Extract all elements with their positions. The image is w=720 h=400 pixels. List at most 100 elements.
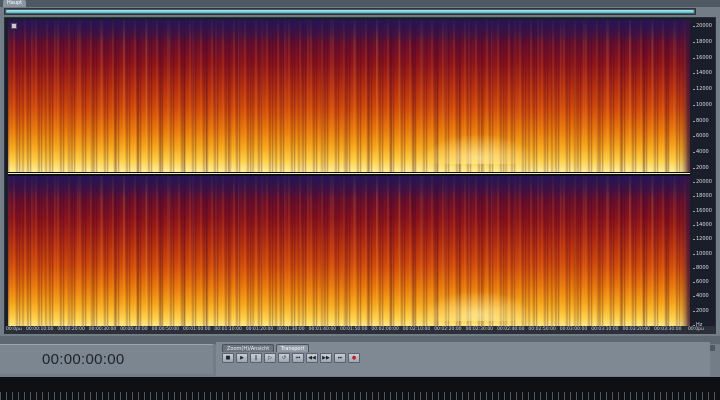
time-label: 00:02:50:00 <box>528 327 556 332</box>
freq-label: 6000 <box>696 279 709 286</box>
freq-tick <box>693 310 695 312</box>
go-start-icon: ⏮ <box>295 355 301 361</box>
time-label: 00:02:00:00 <box>371 327 399 332</box>
freq-label: 10000 <box>696 101 712 108</box>
freq-tick <box>693 282 695 284</box>
time-label: 00:0pu <box>688 327 704 332</box>
forward-button[interactable]: ▶▶ <box>320 353 332 363</box>
time-label: 00:02:40:00 <box>497 327 525 332</box>
tab-transport[interactable]: Transport <box>276 344 310 352</box>
play-from-button[interactable]: ▷ <box>264 353 276 363</box>
tab-zoom-view[interactable]: Zoom(H)/Ansicht <box>222 344 275 352</box>
time-label: 00:01:00:00 <box>183 327 211 332</box>
time-label: 00:0pu <box>6 327 22 332</box>
top-panel-tabbar: Haupt <box>0 0 720 7</box>
play-from-icon: ▷ <box>268 355 272 361</box>
freq-tick <box>693 152 695 154</box>
tab-haupt[interactable]: Haupt <box>3 0 27 7</box>
freq-tick <box>693 224 695 226</box>
freq-tick <box>693 136 695 138</box>
freq-label: 20000 <box>696 179 712 185</box>
pause-icon: ‖ <box>254 355 258 361</box>
transport-controls: ■ ▶ ‖ ▷ ↺ ⏮ ◀◀ ▶▶ ⏭ ● <box>222 353 360 363</box>
forward-icon: ▶▶ <box>322 355 330 361</box>
spectrogram-channel-left[interactable] <box>8 20 690 172</box>
time-label: 00:01:20:00 <box>245 327 274 332</box>
audio-editor-window: Haupt 20000 18000 16000 14000 12000 10000 8000… <box>0 0 720 400</box>
freq-label: 12000 <box>696 236 712 243</box>
rewind-button[interactable]: ◀◀ <box>306 353 318 363</box>
time-label: 00:01:30:00 <box>277 327 305 332</box>
loop-icon: ↺ <box>281 355 287 361</box>
time-label: 00:01:50:00 <box>340 327 368 332</box>
freq-tick <box>693 253 695 255</box>
freq-label: 14000 <box>696 221 712 228</box>
spectrogram-channel-right[interactable] <box>8 176 690 329</box>
overview-scrollbar[interactable] <box>4 8 696 15</box>
time-label: 00:02:30:00 <box>465 327 494 332</box>
freq-tick <box>693 73 695 75</box>
time-label: 00:01:10:00 <box>214 327 242 332</box>
time-label: 00:02:10:00 <box>402 327 431 332</box>
time-ruler[interactable]: 00:0pu 00:00:10:00 00:00:20:00 00:00:30:00 0… <box>4 326 716 334</box>
freq-label: 8000 <box>696 117 709 124</box>
go-end-button[interactable]: ⏭ <box>334 353 346 363</box>
freq-label: 2000 <box>696 307 709 314</box>
current-time-display: 00:00:00:00 <box>42 351 125 368</box>
time-label: 00:03:00:00 <box>559 327 588 332</box>
freq-label: 14000 <box>696 70 712 77</box>
time-label: 00:00:20:00 <box>57 327 85 332</box>
freq-label: 6000 <box>696 133 709 140</box>
go-start-button[interactable]: ⏮ <box>292 353 304 363</box>
time-label: 00:00:50:00 <box>151 327 180 332</box>
frequency-scale-top: 20000 18000 16000 14000 12000 10000 8000 6000 40… <box>693 20 715 172</box>
freq-tick <box>693 168 695 169</box>
time-label: 00:03:10:00 <box>591 327 619 332</box>
stop-button[interactable]: ■ <box>222 353 234 363</box>
time-label: 00:01:40:00 <box>308 327 337 332</box>
time-label: 00:00:30:00 <box>88 327 117 332</box>
time-label: 00:03:30:00 <box>654 327 682 332</box>
play-icon: ▶ <box>240 355 244 361</box>
freq-tick <box>693 41 695 43</box>
freq-label: 16000 <box>696 54 712 61</box>
overview-scroll-thumb[interactable] <box>6 10 694 13</box>
freq-tick <box>693 120 695 122</box>
spectrogram-view[interactable]: 20000 18000 16000 14000 12000 10000 8000 6000 40… <box>4 17 716 333</box>
freq-label: 10000 <box>696 250 712 257</box>
record-button[interactable]: ● <box>348 353 360 363</box>
time-label: 00:00:40:00 <box>120 327 148 332</box>
freq-label: 4000 <box>696 149 709 156</box>
freq-tick <box>693 104 695 106</box>
channel-toggle-icon[interactable] <box>11 23 17 29</box>
freq-tick <box>693 296 695 298</box>
freq-tick <box>693 267 695 269</box>
freq-tick <box>693 26 695 27</box>
freq-label: 8000 <box>696 264 709 271</box>
freq-label: 18000 <box>696 38 712 45</box>
freq-label: 20000 <box>696 23 712 29</box>
freq-tick <box>693 196 695 198</box>
loop-button[interactable]: ↺ <box>278 353 290 363</box>
rewind-icon: ◀◀ <box>308 355 316 361</box>
freq-tick <box>693 210 695 212</box>
freq-tick <box>693 182 695 183</box>
time-label: 00:02:20:00 <box>434 327 462 332</box>
play-button[interactable]: ▶ <box>236 353 248 363</box>
freq-label: 12000 <box>696 86 712 93</box>
freq-tick <box>693 239 695 241</box>
stop-icon: ■ <box>225 355 231 361</box>
freq-label: 4000 <box>696 293 709 300</box>
freq-label: 2000 <box>696 165 709 171</box>
record-icon: ● <box>351 355 357 361</box>
level-meter-scale <box>0 392 720 400</box>
pause-button[interactable]: ‖ <box>250 353 262 363</box>
time-label: 00:00:10:00 <box>26 327 54 332</box>
freq-label: 18000 <box>696 193 712 200</box>
time-label: 00:03:20:00 <box>622 327 651 332</box>
level-meter <box>0 377 720 400</box>
freq-tick <box>693 57 695 59</box>
frequency-scale-bottom: 20000 18000 16000 14000 12000 10000 8000 6000 40… <box>693 176 715 329</box>
freq-label: 16000 <box>696 207 712 214</box>
go-end-icon: ⏭ <box>337 355 343 361</box>
